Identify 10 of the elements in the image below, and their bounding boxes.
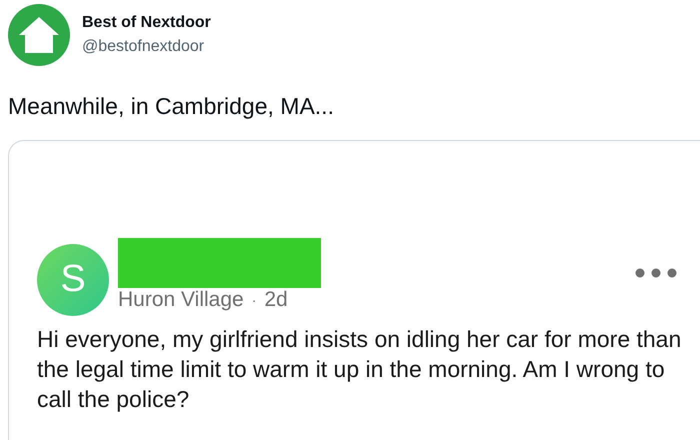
post-body: Hi everyone, my girlfriend insists on idling her car for more than the legal time limit to warm it up in the morning. Am I wrong to call the police?: [37, 324, 682, 414]
separator: ·: [252, 290, 256, 310]
author-name[interactable]: Best of Nextdoor: [82, 11, 211, 35]
tweet-text: Meanwhile, in Cambridge, MA...: [7, 92, 335, 121]
more-icon[interactable]: [635, 268, 677, 278]
house-icon: [17, 15, 61, 55]
user-avatar: S: [37, 244, 109, 316]
post-time: 2d: [264, 288, 288, 312]
author-handle[interactable]: @bestofnextdoor: [82, 35, 211, 59]
neighborhood: Huron Village: [118, 288, 244, 312]
